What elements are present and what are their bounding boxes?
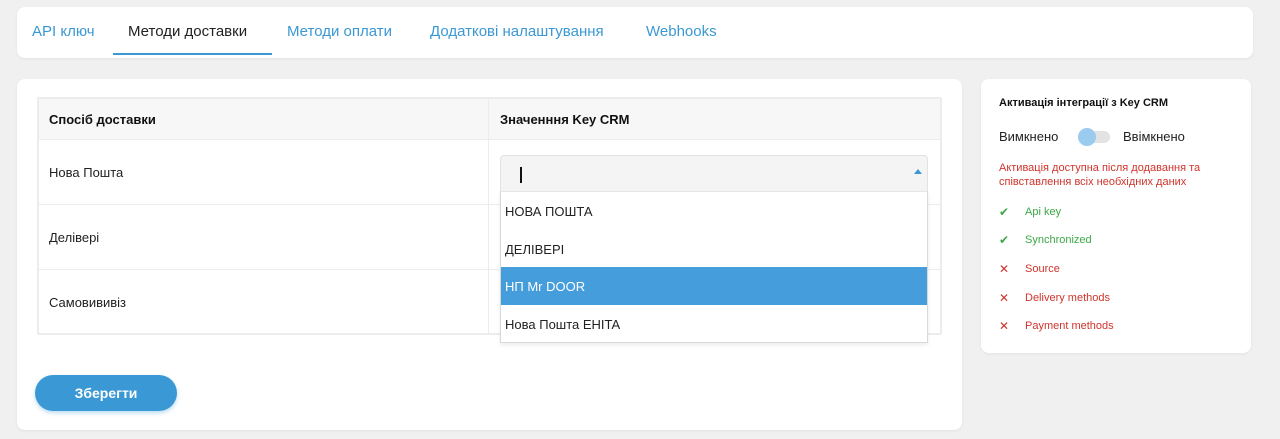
row-label-nova-poshta: Нова Пошта: [49, 164, 124, 180]
tabs-bar: API ключ Методи доставки Методи оплати Д…: [17, 7, 1253, 58]
status-label: Payment methods: [1025, 320, 1114, 332]
status-label: Api key: [1025, 206, 1062, 218]
option-delivery[interactable]: ДЕЛІВЕРІ: [501, 230, 927, 268]
check-icon: ✔: [999, 205, 1010, 219]
toggle-knob[interactable]: [1078, 128, 1096, 146]
row-label-pickup: Самовививіз: [49, 294, 127, 310]
option-nova-poshta-ehita[interactable]: Нова Пошта EHITA: [501, 305, 927, 343]
option-np-mr-door[interactable]: НП Mr DOOR: [501, 267, 927, 305]
toggle-off-label: Вимкнено: [999, 129, 1059, 144]
status-synchronized: ✔ Synchronized: [999, 232, 1239, 248]
column-header-delivery-method: Спосіб доставки: [49, 112, 156, 127]
save-button[interactable]: Зберегти: [35, 375, 177, 411]
integration-title: Активація інтеграції з Key CRM: [999, 97, 1169, 109]
status-label: Synchronized: [1025, 234, 1092, 246]
tab-payment-methods[interactable]: Методи оплати: [287, 7, 392, 56]
status-source: ✕ Source: [999, 261, 1239, 277]
check-icon: ✔: [999, 233, 1010, 247]
cross-icon: ✕: [999, 319, 1010, 333]
option-nova-poshta[interactable]: НОВА ПОШТА: [501, 192, 927, 230]
status-payment-methods: ✕ Payment methods: [999, 318, 1239, 334]
toggle-on-label: Ввімкнено: [1123, 129, 1185, 144]
chevron-up-icon[interactable]: [914, 169, 922, 174]
active-tab-indicator: [113, 53, 272, 55]
table-header: Спосіб доставки Значенння Key CRM: [39, 99, 940, 140]
cross-icon: ✕: [999, 291, 1010, 305]
select-dropdown: НОВА ПОШТА ДЕЛІВЕРІ НП Mr DOOR Нова Пошт…: [500, 191, 928, 343]
tab-additional-settings[interactable]: Додаткові налаштування: [430, 7, 604, 56]
text-cursor: [520, 167, 522, 183]
tab-delivery-methods[interactable]: Методи доставки: [128, 7, 247, 56]
status-label: Delivery methods: [1025, 292, 1110, 304]
tab-webhooks[interactable]: Webhooks: [646, 7, 717, 56]
tab-api-key[interactable]: API ключ: [32, 7, 95, 56]
status-api-key: ✔ Api key: [999, 204, 1239, 220]
status-label: Source: [1025, 263, 1060, 275]
crm-value-select[interactable]: [500, 155, 928, 191]
cross-icon: ✕: [999, 262, 1010, 276]
status-delivery-methods: ✕ Delivery methods: [999, 290, 1239, 306]
row-label-delivery: Делівері: [49, 229, 100, 245]
activation-warning: Активація доступна після додавання та сп…: [999, 162, 1201, 188]
integration-panel: Активація інтеграції з Key CRM Вимкнено …: [981, 79, 1251, 353]
column-header-crm-value: Значенння Key CRM: [500, 112, 630, 127]
delivery-methods-card: Спосіб доставки Значенння Key CRM Нова П…: [17, 79, 962, 430]
integration-toggle-row: Вимкнено Ввімкнено: [999, 128, 1239, 146]
